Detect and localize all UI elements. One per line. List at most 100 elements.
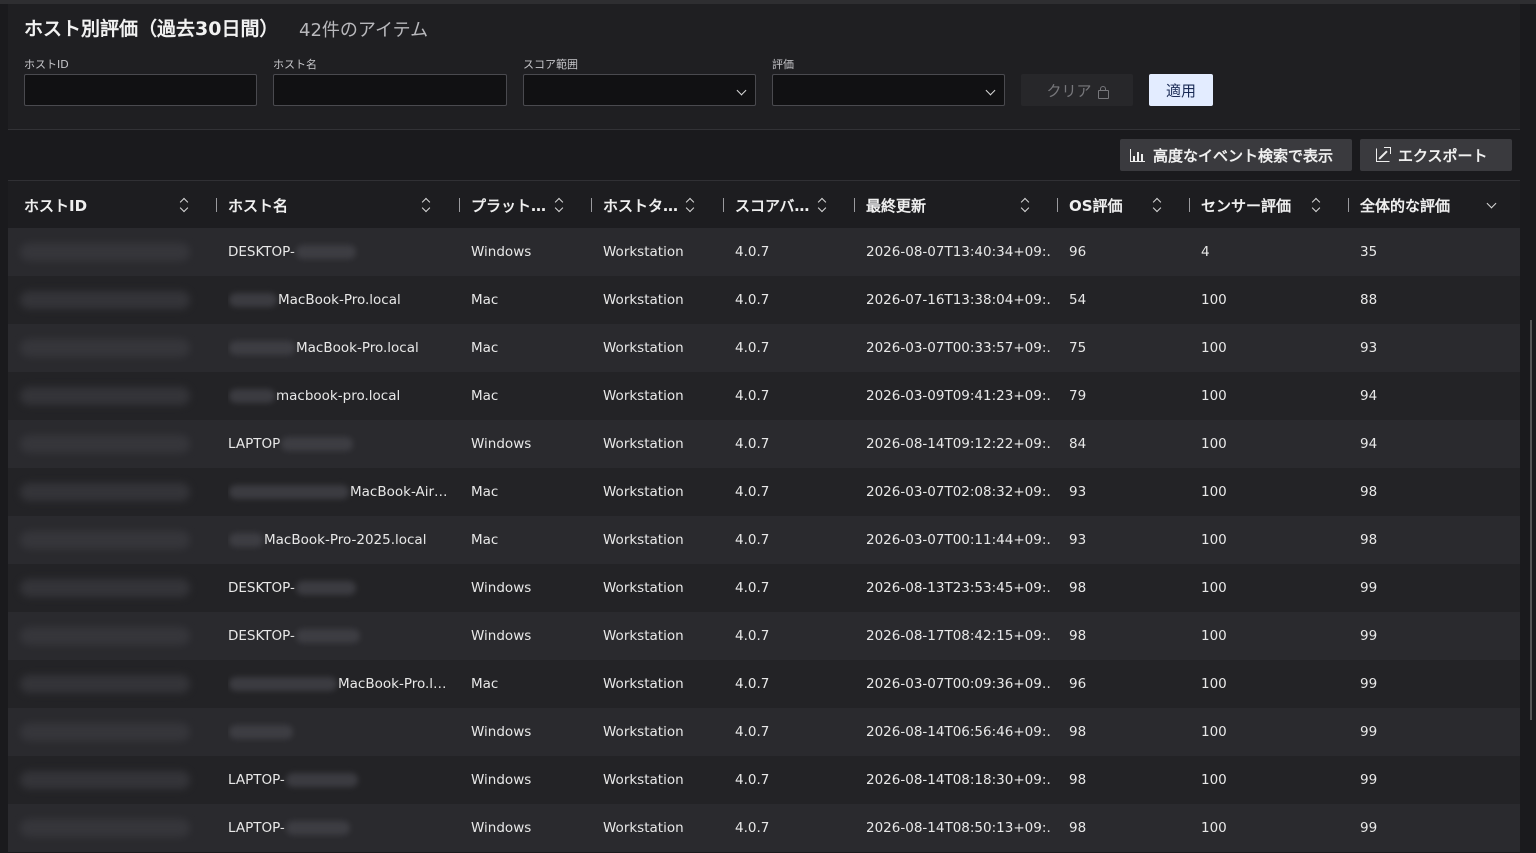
table-row[interactable]: MacBook-Pro.local Mac Workstation 4.0.7 2026… (8, 324, 1520, 372)
apply-button[interactable]: 適用 (1149, 74, 1213, 106)
host-type-cell: Workstation (603, 244, 684, 260)
table-row[interactable]: LAPTOP Windows Workstation 4.0.7 2026-08-14T… (8, 420, 1520, 468)
overall-rating-cell: 99 (1360, 676, 1378, 692)
col-host-type[interactable]: ホストタ… (591, 181, 678, 229)
host-name-prefix: DESKTOP- (228, 580, 295, 596)
column-divider (1348, 198, 1349, 212)
last-updated-cell: 2026-08-14T06:56:46+09:… (866, 724, 1051, 740)
col-host-id[interactable]: ホストID (24, 181, 87, 229)
overall-rating-cell: 99 (1360, 820, 1378, 836)
export-button[interactable]: エクスポート (1360, 139, 1512, 171)
advanced-search-button[interactable]: 高度なイベント検索で表示 (1120, 139, 1352, 171)
clear-button[interactable]: クリア (1021, 74, 1133, 106)
host-name-prefix: DESKTOP- (228, 244, 295, 260)
sort-icon[interactable] (818, 198, 827, 212)
page-title: ホスト別評価（過去30日間） (24, 18, 279, 40)
score-version-cell: 4.0.7 (735, 484, 770, 500)
sensor-rating-cell: 100 (1201, 340, 1227, 356)
host-type-cell: Workstation (603, 676, 684, 692)
table-row[interactable]: DESKTOP- Windows Workstation 4.0.7 2026-08-0… (8, 228, 1520, 276)
host-name-cell: LAPTOP- (228, 756, 453, 804)
platform-cell: Windows (471, 820, 532, 836)
redacted-host-id (20, 771, 190, 789)
redacted-host-id (20, 579, 190, 597)
host-type-cell: Workstation (603, 292, 684, 308)
score-version-cell: 4.0.7 (735, 532, 770, 548)
sort-icon[interactable] (1312, 198, 1321, 212)
table-row[interactable]: LAPTOP- Windows Workstation 4.0.7 2026-08-14… (8, 804, 1520, 852)
scrollbar[interactable] (1530, 320, 1532, 720)
apply-label: 適用 (1165, 81, 1196, 100)
host-id-cell (8, 420, 208, 468)
table-row[interactable]: DESKTOP- Windows Workstation 4.0.7 2026-08-1… (8, 564, 1520, 612)
sort-icon[interactable] (1021, 198, 1030, 212)
col-overall-rating[interactable]: 全体的な評価 (1348, 181, 1450, 229)
sensor-rating-cell: 4 (1201, 244, 1210, 260)
platform-cell: Mac (471, 676, 499, 692)
advanced-search-label: 高度なイベント検索で表示 (1153, 146, 1334, 165)
score-version-cell: 4.0.7 (735, 436, 770, 452)
sort-icon[interactable] (1153, 198, 1162, 212)
chevron-down-icon (985, 85, 996, 96)
os-rating-cell: 93 (1069, 532, 1087, 548)
score-range-label: スコア範囲 (523, 58, 578, 71)
table-row[interactable]: LAPTOP- Windows Workstation 4.0.7 2026-08-14… (8, 756, 1520, 804)
table-row[interactable]: macbook-pro.local Mac Workstation 4.0.7 2026… (8, 372, 1520, 420)
os-rating-cell: 75 (1069, 340, 1087, 356)
sensor-rating-cell: 100 (1201, 580, 1227, 596)
col-os-rating[interactable]: OS評価 (1057, 181, 1123, 229)
host-name-cell: MacBook-Air… (228, 468, 453, 516)
host-id-label: ホストID (24, 58, 69, 71)
redacted-host-name (229, 389, 275, 403)
sensor-rating-cell: 100 (1201, 628, 1227, 644)
sensor-rating-cell: 100 (1201, 724, 1227, 740)
table-row[interactable]: MacBook-Air… Mac Workstation 4.0.7 2026-03-0… (8, 468, 1520, 516)
sort-icon[interactable] (555, 198, 564, 212)
host-id-input[interactable] (24, 74, 257, 106)
lock-icon (1097, 85, 1109, 99)
export-icon (1376, 147, 1391, 162)
column-divider (1057, 198, 1058, 212)
sensor-rating-cell: 100 (1201, 532, 1227, 548)
last-updated-cell: 2026-08-07T13:40:34+09:… (866, 244, 1051, 260)
column-divider (459, 198, 460, 212)
col-platform[interactable]: プラット… (459, 181, 546, 229)
table-row[interactable]: MacBook-Pro.local Mac Workstation 4.0.7 2026… (8, 276, 1520, 324)
col-last-updated[interactable]: 最終更新 (854, 181, 926, 229)
host-name-suffix: macbook-pro.local (276, 388, 401, 404)
column-divider (723, 198, 724, 212)
platform-cell: Windows (471, 580, 532, 596)
col-host-name[interactable]: ホスト名 (216, 181, 288, 229)
sort-icon[interactable] (686, 198, 695, 212)
table-row[interactable]: DESKTOP- Windows Workstation 4.0.7 2026-08-1… (8, 612, 1520, 660)
host-id-cell (8, 372, 208, 420)
host-name-prefix: LAPTOP- (228, 820, 285, 836)
score-version-cell: 4.0.7 (735, 244, 770, 260)
table-row[interactable]: MacBook-Pro-2025.local Mac Workstation 4.0.… (8, 516, 1520, 564)
redacted-host-name (229, 677, 337, 691)
host-type-cell: Workstation (603, 388, 684, 404)
sensor-rating-cell: 100 (1201, 820, 1227, 836)
platform-cell: Mac (471, 388, 499, 404)
host-name-suffix: MacBook-Pro-2025.local (264, 532, 427, 548)
redacted-host-name (281, 437, 354, 451)
platform-cell: Mac (471, 292, 499, 308)
item-count: 42件のアイテム (299, 20, 429, 41)
os-rating-cell: 98 (1069, 772, 1087, 788)
host-name-cell (228, 708, 453, 756)
col-score-version[interactable]: スコアバ… (723, 181, 809, 229)
table-row[interactable]: Windows Workstation 4.0.7 2026-08-14T06:56:… (8, 708, 1520, 756)
sort-desc-icon[interactable] (1486, 198, 1497, 209)
host-name-input[interactable] (273, 74, 507, 106)
score-version-cell: 4.0.7 (735, 580, 770, 596)
host-type-cell: Workstation (603, 436, 684, 452)
host-name-cell: MacBook-Pro.l… (228, 660, 453, 708)
table-row[interactable]: MacBook-Pro.l… Mac Workstation 4.0.7 2026-03… (8, 660, 1520, 708)
sensor-rating-cell: 100 (1201, 388, 1227, 404)
score-range-select[interactable] (523, 74, 756, 106)
overall-rating-cell: 99 (1360, 580, 1378, 596)
col-sensor-rating[interactable]: センサー評価 (1189, 181, 1291, 229)
sort-icon[interactable] (422, 198, 431, 212)
rating-select[interactable] (772, 74, 1005, 106)
sort-icon[interactable] (180, 198, 189, 212)
